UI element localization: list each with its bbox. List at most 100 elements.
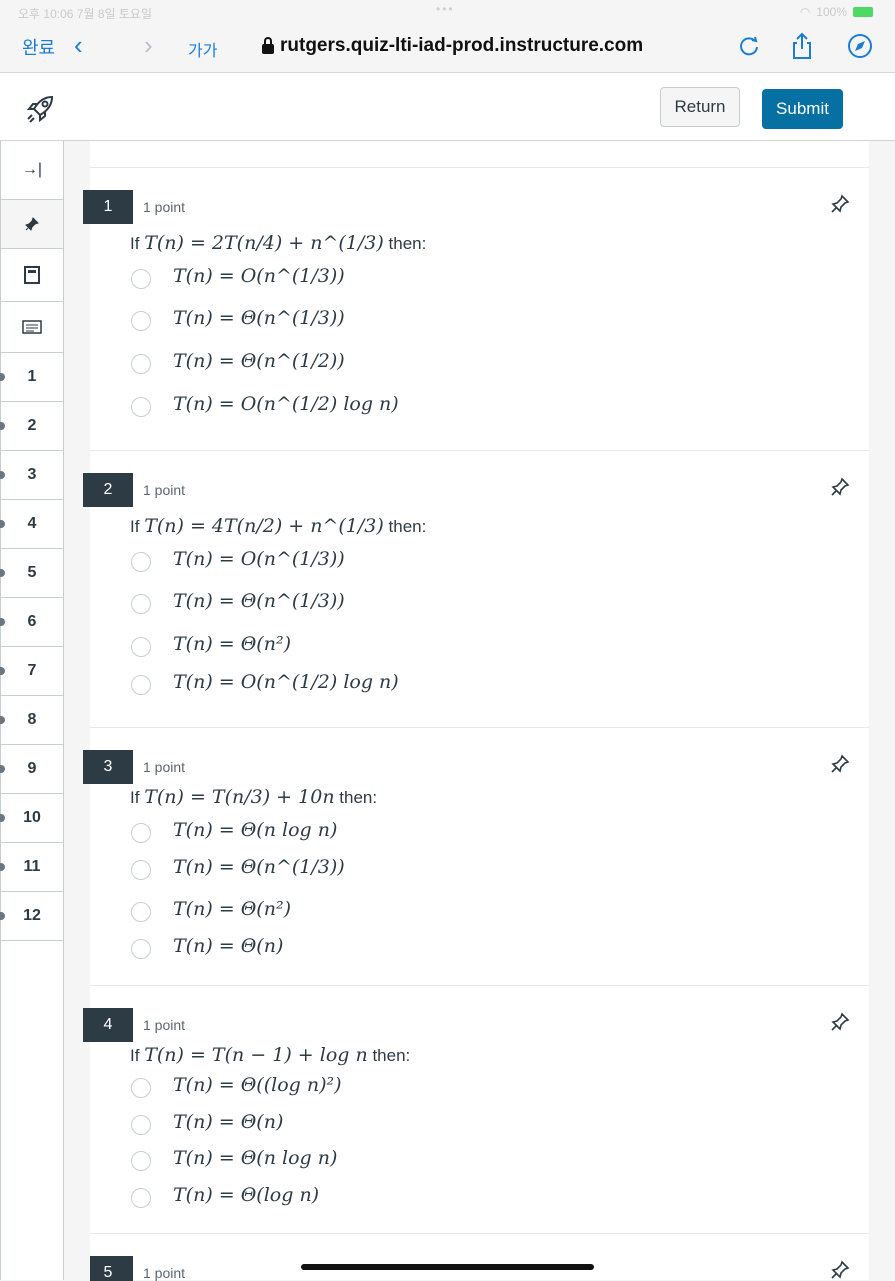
question-equation: T(n) = T(n/3) + 10n (144, 786, 335, 808)
nav-question-10[interactable]: 10 (0, 794, 63, 843)
wifi-icon: ◠ (799, 5, 811, 19)
question-nav-sidebar: →| 1 2 3 4 5 6 7 8 9 10 11 12 (0, 141, 64, 1280)
status-time: 오후 10:06 7월 8일 토요일 (18, 7, 153, 21)
question-number-badge: 2 (83, 473, 133, 507)
question-card-3: 3 1 point If T(n) = T(n/3) + 10n then: T… (83, 727, 869, 986)
pin-question-icon[interactable] (829, 1011, 851, 1033)
radio-button[interactable] (131, 397, 151, 417)
battery-icon (853, 7, 873, 17)
answer-option[interactable]: T(n) = O(n^(1/3)) (131, 548, 345, 572)
nav-question-2[interactable]: 2 (0, 402, 63, 451)
question-card-1: 1 1 point If T(n) = 2T(n/4) + n^(1/3) th… (83, 167, 869, 451)
radio-button[interactable] (131, 594, 151, 614)
notes-icon[interactable] (1, 302, 63, 353)
radio-button[interactable] (131, 637, 151, 657)
font-size-button[interactable]: 가가 (188, 37, 217, 61)
pin-question-icon[interactable] (829, 753, 851, 775)
answer-option[interactable]: T(n) = Θ(n²) (131, 898, 291, 922)
answer-option[interactable]: T(n) = Θ((log n)²) (131, 1074, 342, 1098)
forward-icon[interactable]: › (144, 30, 153, 61)
question-equation: T(n) = 4T(n/2) + n^(1/3) (144, 515, 384, 537)
nav-question-11[interactable]: 11 (0, 843, 63, 892)
radio-button[interactable] (131, 1188, 151, 1208)
radio-button[interactable] (131, 354, 151, 374)
nav-question-4[interactable]: 4 (0, 500, 63, 549)
nav-question-6[interactable]: 6 (0, 598, 63, 647)
question-card-4: 4 1 point If T(n) = T(n − 1) + log n the… (83, 985, 869, 1234)
question-prompt: If T(n) = T(n − 1) + log n then: (130, 1044, 411, 1066)
nav-question-9[interactable]: 9 (0, 745, 63, 794)
question-points: 1 point (143, 199, 186, 215)
nav-question-12[interactable]: 12 (0, 892, 63, 941)
rocket-icon (26, 95, 54, 123)
question-number-badge: 3 (83, 750, 133, 784)
address-bar[interactable]: rutgers.quiz-lti-iad-prod.instructure.co… (262, 35, 643, 57)
answer-option[interactable]: T(n) = Θ(log n) (131, 1184, 319, 1208)
done-button[interactable]: 완료 (22, 34, 55, 60)
answer-option[interactable]: T(n) = Θ(n²) (131, 633, 291, 657)
return-button[interactable]: Return (660, 87, 740, 127)
radio-button[interactable] (131, 939, 151, 959)
radio-button[interactable] (131, 675, 151, 695)
answer-option[interactable]: T(n) = O(n^(1/3)) (131, 265, 345, 289)
status-bar: 오후 10:06 7월 8일 토요일 ••• ◠ 100% (0, 0, 895, 24)
answer-option[interactable]: T(n) = Θ(n^(1/3)) (131, 590, 345, 614)
answer-option[interactable]: T(n) = Θ(n) (131, 935, 283, 959)
question-points: 1 point (143, 1265, 186, 1281)
quiz-header: Return Submit (0, 73, 895, 141)
question-equation: T(n) = T(n − 1) + log n (144, 1044, 368, 1066)
radio-button[interactable] (131, 860, 151, 880)
question-number-badge: 4 (83, 1008, 133, 1042)
question-card-5: 5 1 point (90, 1233, 869, 1281)
share-icon[interactable] (788, 32, 816, 60)
question-prompt: If T(n) = 2T(n/4) + n^(1/3) then: (130, 232, 427, 254)
radio-button[interactable] (131, 552, 151, 572)
answer-option[interactable]: T(n) = Θ(n log n) (131, 1147, 337, 1171)
url-text: rutgers.quiz-lti-iad-prod.instructure.co… (280, 35, 644, 56)
home-indicator[interactable] (301, 1264, 594, 1270)
question-card-2: 2 1 point If T(n) = 4T(n/2) + n^(1/3) th… (83, 450, 869, 728)
pin-question-icon[interactable] (829, 476, 851, 498)
answer-option[interactable]: T(n) = Θ(n^(1/3)) (131, 856, 345, 880)
question-points: 1 point (143, 1017, 186, 1033)
radio-button[interactable] (131, 311, 151, 331)
submit-button[interactable]: Submit (762, 89, 843, 129)
collapse-sidebar-icon[interactable]: →| (1, 141, 63, 200)
question-points: 1 point (143, 759, 186, 775)
nav-question-1[interactable]: 1 (0, 353, 63, 402)
answer-option[interactable]: T(n) = O(n^(1/2) log n) (131, 671, 399, 695)
nav-question-3[interactable]: 3 (0, 451, 63, 500)
question-equation: T(n) = 2T(n/4) + n^(1/3) (144, 232, 384, 254)
answer-option[interactable]: T(n) = Θ(n^(1/2)) (131, 350, 345, 374)
quiz-content: 1 1 point If T(n) = 2T(n/4) + n^(1/3) th… (83, 141, 869, 1281)
status-right: ◠ 100% (800, 5, 873, 19)
calculator-icon[interactable] (1, 249, 63, 302)
answer-option[interactable]: T(n) = Θ(n) (131, 1111, 283, 1135)
question-prompt: If T(n) = 4T(n/2) + n^(1/3) then: (130, 515, 427, 537)
radio-button[interactable] (131, 823, 151, 843)
browser-toolbar: 완료 ‹ › 가가 rutgers.quiz-lti-iad-prod.inst… (0, 24, 895, 73)
question-prompt: If T(n) = T(n/3) + 10n then: (130, 786, 378, 808)
nav-question-8[interactable]: 8 (0, 696, 63, 745)
answer-option[interactable]: T(n) = Θ(n^(1/3)) (131, 307, 345, 331)
question-number-badge: 5 (90, 1256, 133, 1281)
battery-percent: 100% (816, 5, 847, 19)
pin-question-icon[interactable] (829, 1259, 851, 1281)
reload-icon[interactable] (735, 32, 763, 60)
answer-option[interactable]: T(n) = O(n^(1/2) log n) (131, 393, 399, 417)
multitask-dots[interactable]: ••• (436, 2, 455, 16)
lock-icon (262, 37, 274, 54)
pin-question-icon[interactable] (829, 193, 851, 215)
answer-option[interactable]: T(n) = Θ(n log n) (131, 819, 337, 843)
radio-button[interactable] (131, 1115, 151, 1135)
back-icon[interactable]: ‹ (74, 30, 83, 61)
question-number-badge: 1 (83, 190, 133, 224)
pin-tool-icon[interactable] (1, 200, 63, 249)
radio-button[interactable] (131, 1151, 151, 1171)
radio-button[interactable] (131, 902, 151, 922)
compass-icon[interactable] (846, 32, 874, 60)
nav-question-7[interactable]: 7 (0, 647, 63, 696)
radio-button[interactable] (131, 269, 151, 289)
radio-button[interactable] (131, 1078, 151, 1098)
nav-question-5[interactable]: 5 (0, 549, 63, 598)
